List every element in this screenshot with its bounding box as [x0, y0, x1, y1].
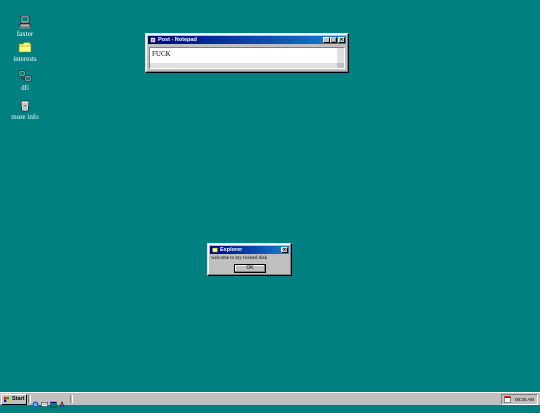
desktop-icon-label: more info: [11, 113, 39, 121]
notepad-text-area[interactable]: FUCK: [149, 47, 345, 69]
close-button[interactable]: ×: [338, 37, 345, 43]
network-icon: [18, 70, 32, 83]
desktop-icon-dfi[interactable]: dfi: [5, 70, 45, 92]
taskbar-separator: [70, 395, 73, 403]
taskbar-separator: [28, 395, 31, 403]
dialog-titlebar[interactable]: Explorer ×: [210, 246, 289, 254]
start-button[interactable]: Start: [1, 394, 27, 405]
channel-icon[interactable]: [59, 395, 66, 408]
dialog-title: Explorer: [220, 247, 243, 253]
resize-grip[interactable]: [337, 63, 344, 68]
notepad-title: Post - Notepad: [158, 37, 197, 43]
notepad-window[interactable]: Post - Notepad _ □ × FUCK: [145, 33, 349, 73]
computer-icon: [18, 15, 32, 29]
desktop-icon-label: faxter: [16, 30, 34, 38]
system-tray: 09:25 AM: [501, 394, 538, 405]
notepad-titlebar[interactable]: Post - Notepad _ □ ×: [148, 36, 346, 44]
desktop-icon-label: interests: [13, 55, 37, 63]
notepad-content: FUCK: [152, 50, 171, 58]
taskbar-clock[interactable]: 09:25 AM: [515, 395, 534, 404]
dialog-message: welcome to my twisted disk: [211, 256, 268, 261]
notepad-icon: [150, 37, 156, 43]
desktop-icon-more-info[interactable]: more info: [5, 99, 45, 121]
minimize-button[interactable]: _: [323, 37, 330, 43]
taskbar: Start e 09:25 AM: [0, 392, 540, 408]
recycle-bin-icon: [18, 99, 32, 112]
dialog-close-button[interactable]: ×: [281, 247, 288, 253]
desktop-icon-label: dfi: [21, 84, 29, 92]
horizontal-scrollbar[interactable]: [150, 63, 337, 68]
explorer-icon: [212, 247, 218, 253]
show-desktop-icon[interactable]: [50, 395, 57, 408]
folder-icon: [18, 41, 32, 54]
scheduler-icon[interactable]: [504, 396, 511, 403]
windows-logo-icon: [4, 397, 9, 402]
svg-text:e: e: [34, 402, 37, 408]
desktop-icon-faxter[interactable]: faxter: [5, 15, 45, 38]
ok-button[interactable]: OK: [234, 264, 266, 273]
outlook-icon[interactable]: [41, 395, 48, 407]
explorer-dialog[interactable]: Explorer × welcome to my twisted disk OK: [207, 243, 292, 276]
ie-icon[interactable]: e: [32, 395, 39, 408]
maximize-button[interactable]: □: [330, 37, 337, 43]
desktop-icon-interests[interactable]: interests: [5, 41, 45, 63]
start-label: Start: [12, 396, 25, 402]
